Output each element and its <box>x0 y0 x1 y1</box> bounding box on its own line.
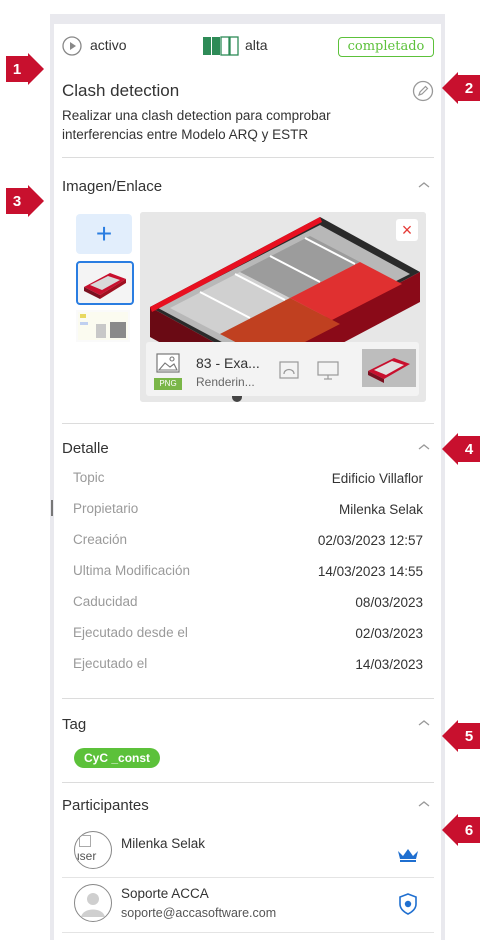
divider <box>62 932 434 933</box>
divider <box>62 877 434 878</box>
divider <box>62 423 434 424</box>
avatar-alt-text: user <box>74 849 97 863</box>
thumbnail-2[interactable] <box>76 310 130 342</box>
attachment-thumbnail <box>362 349 416 387</box>
link-icon[interactable] <box>278 360 302 382</box>
participant-name: Soporte ACCA <box>121 886 209 901</box>
annotation-arrow-4 <box>442 433 458 465</box>
detail-value: 14/03/2023 <box>355 657 423 672</box>
detail-label: Caducidad <box>73 594 138 609</box>
status-label: activo <box>90 37 127 53</box>
resize-handle[interactable] <box>51 500 53 516</box>
annotation-arrow-6 <box>442 814 458 846</box>
detail-value: Milenka Selak <box>338 502 423 517</box>
chevron-up-icon[interactable] <box>416 799 432 809</box>
add-image-button[interactable]: + <box>76 214 132 254</box>
annotation-arrow-2 <box>442 72 458 104</box>
detail-value: 14/03/2023 14:55 <box>317 564 423 579</box>
detail-label: Ejecutado desde el <box>73 625 188 640</box>
detail-value: Edificio Villaflor <box>331 471 423 486</box>
thumbnail-selected[interactable] <box>76 261 134 305</box>
section-title-tag: Tag <box>62 716 87 733</box>
attachment-subtitle: Renderin... <box>196 375 255 389</box>
section-title-image: Imagen/Enlace <box>62 178 163 195</box>
priority-icon <box>202 36 240 56</box>
annotation-marker-4: 4 <box>458 436 480 462</box>
annotation-marker-3: 3 <box>6 188 28 214</box>
priority-label: alta <box>245 37 268 53</box>
crown-icon <box>396 847 420 863</box>
participant-name: Milenka Selak <box>121 836 206 851</box>
annotation-arrow-5 <box>442 720 458 752</box>
tag-chip[interactable]: CyC _const <box>74 748 161 768</box>
image-file-icon <box>155 352 183 378</box>
annotation-arrow-1 <box>28 53 44 85</box>
detail-label: Ejecutado el <box>73 656 148 671</box>
annotation-arrow-3 <box>28 185 44 217</box>
monitor-icon[interactable] <box>316 360 340 382</box>
remove-image-button[interactable]: × <box>396 219 418 241</box>
detail-label: Creación <box>73 532 128 547</box>
task-title: Clash detection <box>62 81 180 100</box>
divider <box>62 698 434 699</box>
avatar: user <box>74 831 112 869</box>
divider <box>62 157 434 158</box>
chevron-up-icon[interactable] <box>416 718 432 728</box>
detail-label: Propietario <box>73 501 139 516</box>
task-description: Realizar una clash detection para compro… <box>62 106 331 144</box>
description-line-1: Realizar una clash detection para compro… <box>62 108 331 123</box>
participant-email: soporte@accasoftware.com <box>121 906 277 920</box>
section-title-participants: Participantes <box>62 797 149 814</box>
annotation-marker-6: 6 <box>458 817 480 843</box>
description-line-2: interferencias entre Modelo ARQ y ESTR <box>62 127 309 142</box>
detail-value: 02/03/2023 <box>355 626 423 641</box>
detail-label: Ultima Modificación <box>73 563 191 578</box>
detail-value: 02/03/2023 12:57 <box>317 533 423 548</box>
annotation-marker-5: 5 <box>458 723 480 749</box>
avatar-broken-image-icon <box>79 835 91 847</box>
play-icon[interactable] <box>62 36 82 56</box>
state-badge: completado <box>338 37 434 57</box>
shield-icon <box>398 893 418 915</box>
section-title-detail: Detalle <box>62 440 109 457</box>
attachment-name: 83 - Exa... <box>196 355 260 371</box>
chevron-up-icon[interactable] <box>416 180 432 190</box>
edit-icon[interactable] <box>412 80 434 102</box>
annotation-marker-2: 2 <box>458 75 480 101</box>
chevron-up-icon[interactable] <box>416 442 432 452</box>
avatar <box>74 884 112 922</box>
filetype-badge: PNG <box>154 378 182 390</box>
detail-label: Topic <box>73 470 105 485</box>
annotation-marker-1: 1 <box>6 56 28 82</box>
divider <box>62 782 434 783</box>
detail-value: 08/03/2023 <box>355 595 423 610</box>
